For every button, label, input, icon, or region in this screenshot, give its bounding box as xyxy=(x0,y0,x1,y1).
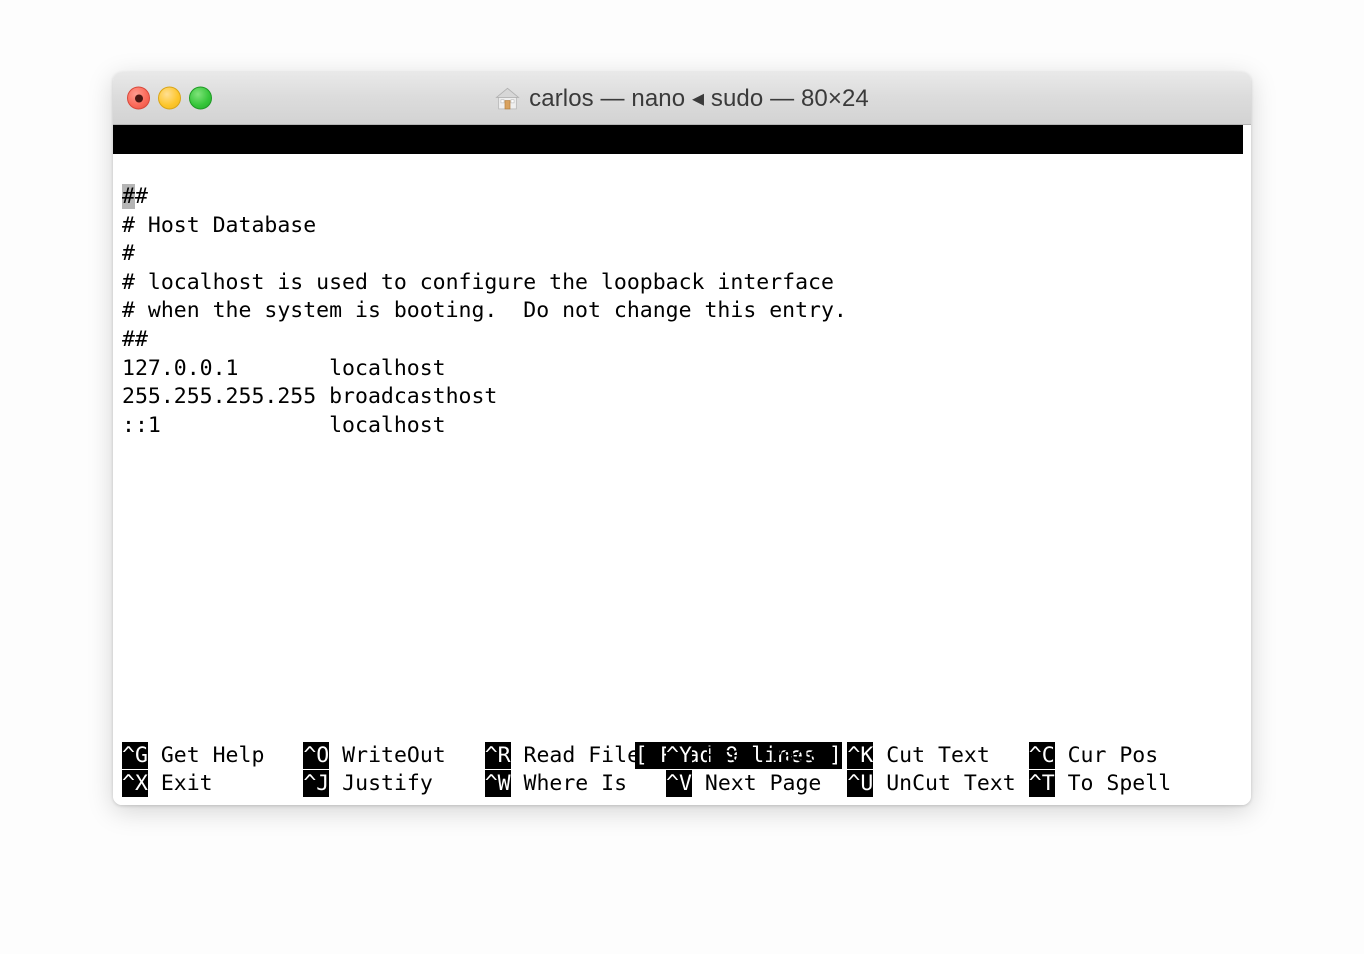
shortcut-ctrl-t[interactable]: ^T To Spell xyxy=(1029,770,1171,799)
shortcut-ctrl-k[interactable]: ^K Cut Text xyxy=(847,742,989,771)
shortcut-ctrl-c[interactable]: ^C Cur Pos xyxy=(1029,742,1158,771)
shortcut-ctrl-u[interactable]: ^U UnCut Text xyxy=(847,770,1015,799)
shortcut-ctrl-w[interactable]: ^W Where Is xyxy=(485,770,627,799)
shortcut-label: UnCut Text xyxy=(873,771,1015,796)
nano-header-gap xyxy=(381,156,575,181)
shortcut-key: ^C xyxy=(1029,742,1055,769)
shortcut-label: Prev Page xyxy=(692,743,821,768)
nano-status-line: [ Read 9 lines ] xyxy=(113,713,1251,742)
shortcut-key: ^T xyxy=(1029,770,1055,797)
nano-bottom-region: [ Read 9 lines ] ^G Get Help^O WriteOut^… xyxy=(113,713,1251,799)
minimize-button[interactable] xyxy=(158,87,181,110)
shortcut-key: ^V xyxy=(666,770,692,797)
shortcut-label: Get Help xyxy=(148,743,265,768)
shortcut-key: ^Y xyxy=(666,742,692,769)
window-title-text: carlos — nano ◂ sudo — 80×24 xyxy=(529,84,869,113)
shortcut-label: Exit xyxy=(148,771,213,796)
shortcut-key: ^R xyxy=(485,742,511,769)
nano-version-label: GNU nano 2.0.6 xyxy=(200,156,381,181)
shortcut-label: Next Page xyxy=(692,771,821,796)
editor-line: ## xyxy=(113,326,1251,355)
editor-line: 127.0.0.1 localhost xyxy=(113,355,1251,384)
shortcut-key: ^G xyxy=(122,742,148,769)
shortcut-ctrl-g[interactable]: ^G Get Help xyxy=(122,742,264,771)
terminal-window[interactable]: carlos — nano ◂ sudo — 80×24 GNU nano 2.… xyxy=(113,72,1251,805)
editor-line: # xyxy=(113,240,1251,269)
shortcut-ctrl-y[interactable]: ^Y Prev Page xyxy=(666,742,821,771)
shortcut-key: ^O xyxy=(303,742,329,769)
shortcut-label: To Spell xyxy=(1055,771,1172,796)
shortcut-label: Cur Pos xyxy=(1055,743,1159,768)
window-titlebar[interactable]: carlos — nano ◂ sudo — 80×24 xyxy=(113,72,1251,125)
window-title: carlos — nano ◂ sudo — 80×24 xyxy=(113,84,1251,113)
shortcut-key: ^U xyxy=(847,770,873,797)
shortcut-ctrl-r[interactable]: ^R Read File xyxy=(485,742,640,771)
editor-line: 255.255.255.255 broadcasthost xyxy=(113,383,1251,412)
shortcut-ctrl-v[interactable]: ^V Next Page xyxy=(666,770,821,799)
shortcut-label: Where Is xyxy=(511,771,628,796)
shortcut-key: ^W xyxy=(485,770,511,797)
shortcut-label: Justify xyxy=(329,771,433,796)
shortcut-label: Cut Text xyxy=(873,743,990,768)
editor-line: # Host Database xyxy=(113,212,1251,241)
shortcut-ctrl-x[interactable]: ^X Exit xyxy=(122,770,213,799)
shortcut-key: ^J xyxy=(303,770,329,797)
shortcut-ctrl-o[interactable]: ^O WriteOut xyxy=(303,742,445,771)
editor-line: # localhost is used to configure the loo… xyxy=(113,269,1251,298)
shortcut-label: WriteOut xyxy=(329,743,446,768)
editor-line: # when the system is booting. Do not cha… xyxy=(113,297,1251,326)
editor-line: ::1 localhost xyxy=(113,412,1251,441)
home-icon xyxy=(495,86,520,111)
editor-line: ## xyxy=(113,183,1251,212)
nano-file-label: File: /etc/hosts xyxy=(575,156,782,181)
text-cursor: # xyxy=(122,184,135,209)
nano-shortcut-row-1[interactable]: ^G Get Help ^O WriteOut ^R Read File ^Y Pre… xyxy=(113,742,1251,771)
shortcut-ctrl-j[interactable]: ^J Justify xyxy=(303,770,432,799)
terminal-screen[interactable]: GNU nano 2.0.6 File: /etc/hosts ### Host… xyxy=(113,125,1251,805)
shortcut-label: Read File xyxy=(511,743,640,768)
close-button[interactable] xyxy=(127,87,150,110)
nano-shortcut-row-2[interactable]: ^X Exit ^J Justify ^W Where Is ^V Next Page… xyxy=(113,770,1251,799)
shortcut-key: ^X xyxy=(122,770,148,797)
nano-editor-area[interactable]: ### Host Database## localhost is used to… xyxy=(113,183,1251,440)
zoom-button[interactable] xyxy=(189,87,212,110)
nano-title-bar: GNU nano 2.0.6 File: /etc/hosts xyxy=(113,125,1243,154)
traffic-light-group xyxy=(127,87,212,110)
shortcut-key: ^K xyxy=(847,742,873,769)
